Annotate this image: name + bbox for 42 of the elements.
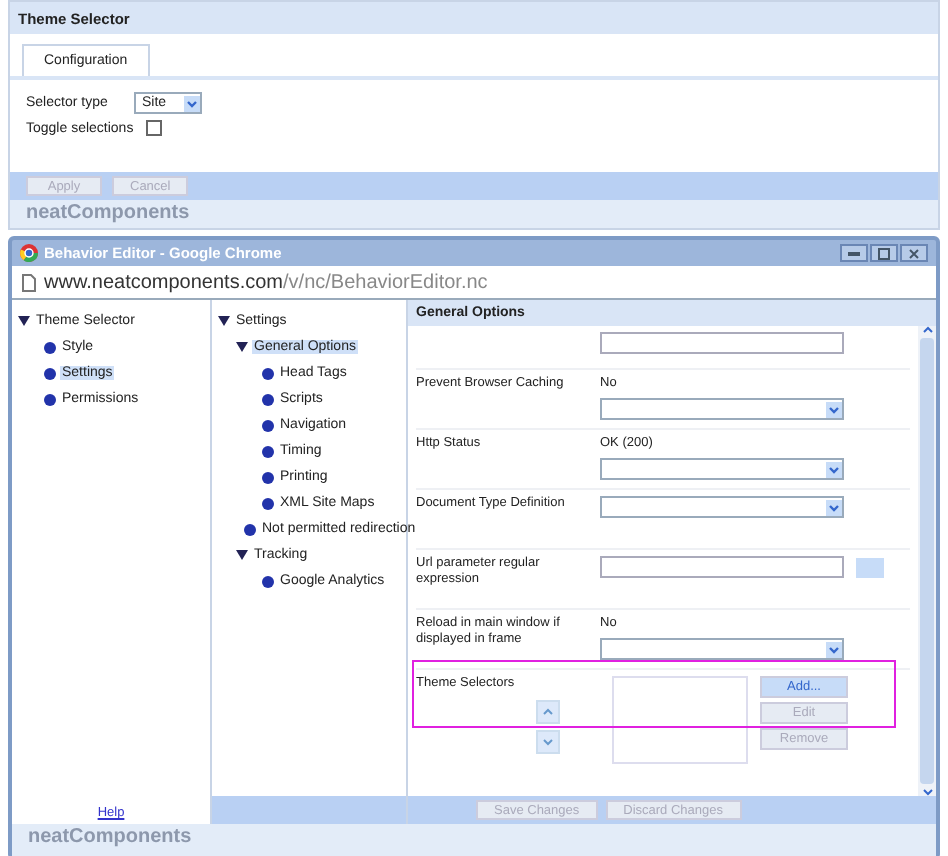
dropdown-caret-icon[interactable]: [826, 499, 842, 515]
bullet-icon: [262, 575, 274, 587]
url-path: /v/nc/BehaviorEditor.nc: [283, 271, 488, 293]
text-field[interactable]: [600, 332, 844, 354]
scroll-up-icon[interactable]: [921, 326, 933, 334]
bullet-icon: [262, 471, 274, 483]
list-box[interactable]: [612, 676, 748, 764]
browser-logo-icon: [20, 244, 38, 262]
maximize-button[interactable]: [870, 244, 898, 262]
text-field[interactable]: [600, 556, 844, 578]
minimize-button[interactable]: [840, 244, 868, 262]
bullet-icon: [44, 393, 56, 405]
address-bar[interactable]: www.neatcomponents.com/v/nc/BehaviorEditor.nc: [12, 266, 936, 300]
bullet-icon: [262, 393, 274, 405]
bullet-icon: [262, 445, 274, 457]
dropdown-caret-icon[interactable]: [184, 95, 200, 111]
page-icon: [22, 273, 36, 291]
dropdown-caret-icon[interactable]: [826, 461, 842, 477]
down-caret-icon: [542, 738, 554, 746]
url-host: www.neatcomponents.com: [44, 271, 284, 293]
bullet-icon: [44, 341, 56, 353]
dropdown-caret-icon[interactable]: [826, 401, 842, 417]
up-caret-icon: [542, 708, 554, 716]
brand-logo: neatComponents: [12, 824, 936, 856]
bullet-icon: [262, 367, 274, 379]
expand-triangle-icon[interactable]: [236, 342, 248, 352]
close-button[interactable]: [900, 244, 928, 262]
scroll-down-icon[interactable]: [921, 788, 933, 796]
dropdown-caret-icon[interactable]: [826, 641, 842, 657]
maximize-icon: [878, 247, 890, 259]
bullet-icon: [262, 497, 274, 509]
expand-triangle-icon[interactable]: [236, 550, 248, 560]
checkbox[interactable]: [145, 120, 162, 136]
expand-triangle-icon[interactable]: [18, 316, 30, 326]
bullet-icon: [262, 419, 274, 431]
bullet-icon: [244, 523, 256, 535]
scrollbar[interactable]: [918, 326, 936, 796]
bullet-icon: [44, 367, 56, 379]
brand-logo: neatComponents: [10, 200, 938, 228]
expand-triangle-icon[interactable]: [218, 316, 230, 326]
minimize-icon: [848, 251, 860, 255]
close-icon: [908, 247, 920, 259]
